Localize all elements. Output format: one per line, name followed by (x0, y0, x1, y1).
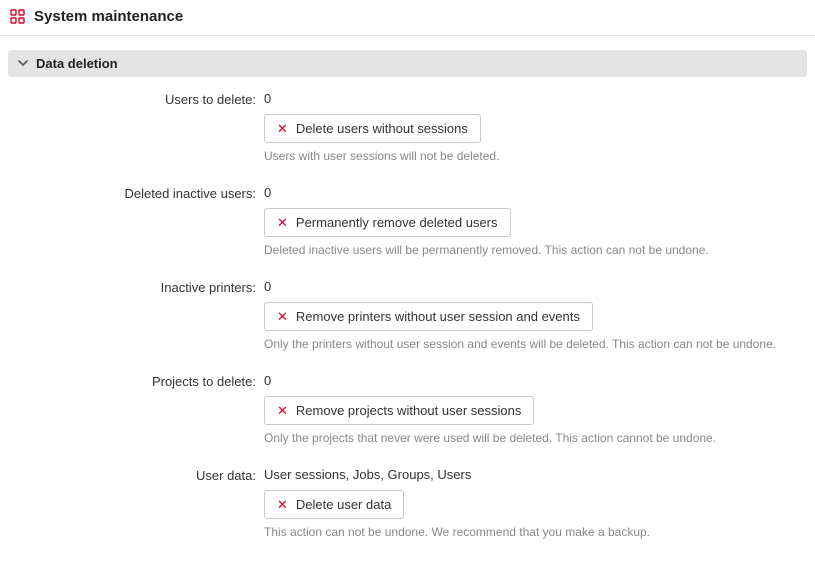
permanently-remove-deleted-users-button[interactable]: ✕ Permanently remove deleted users (264, 208, 511, 237)
hint-text: Only the projects that never were used w… (264, 431, 807, 445)
chevron-down-icon (16, 56, 30, 71)
value: 0 (264, 91, 807, 106)
row-label: Users to delete: (8, 91, 264, 107)
delete-users-without-sessions-button[interactable]: ✕ Delete users without sessions (264, 114, 481, 143)
value: 0 (264, 373, 807, 388)
remove-projects-button[interactable]: ✕ Remove projects without user sessions (264, 396, 534, 425)
x-icon: ✕ (277, 310, 288, 323)
value: 0 (264, 185, 807, 200)
button-label: Delete user data (296, 497, 391, 512)
hint-text: Users with user sessions will not be del… (264, 149, 807, 163)
remove-printers-button[interactable]: ✕ Remove printers without user session a… (264, 302, 593, 331)
row-label: Inactive printers: (8, 279, 264, 295)
x-icon: ✕ (277, 122, 288, 135)
hint-text: This action can not be undone. We recomm… (264, 525, 807, 539)
row-label: User data: (8, 467, 264, 483)
row-label: Projects to delete: (8, 373, 264, 389)
button-label: Delete users without sessions (296, 121, 468, 136)
page-title: System maintenance (34, 8, 183, 25)
button-label: Remove projects without user sessions (296, 403, 521, 418)
hint-text: Only the printers without user session a… (264, 337, 807, 351)
section-header-data-deletion[interactable]: Data deletion (8, 50, 807, 77)
row-inactive-printers: Inactive printers: 0 ✕ Remove printers w… (8, 279, 807, 351)
button-label: Permanently remove deleted users (296, 215, 498, 230)
page-header: System maintenance (0, 0, 815, 36)
row-body: 0 ✕ Remove printers without user session… (264, 279, 807, 351)
section-body: Users to delete: 0 ✕ Delete users withou… (8, 77, 807, 539)
x-icon: ✕ (277, 404, 288, 417)
row-body: User sessions, Jobs, Groups, Users ✕ Del… (264, 467, 807, 539)
section-title: Data deletion (36, 56, 118, 71)
row-projects-to-delete: Projects to delete: 0 ✕ Remove projects … (8, 373, 807, 445)
content-area: Data deletion Users to delete: 0 ✕ Delet… (0, 36, 815, 581)
row-body: 0 ✕ Remove projects without user session… (264, 373, 807, 445)
row-deleted-inactive-users: Deleted inactive users: 0 ✕ Permanently … (8, 185, 807, 257)
x-icon: ✕ (277, 216, 288, 229)
row-body: 0 ✕ Delete users without sessions Users … (264, 91, 807, 163)
row-user-data: User data: User sessions, Jobs, Groups, … (8, 467, 807, 539)
button-label: Remove printers without user session and… (296, 309, 580, 324)
apps-grid-icon (10, 9, 26, 25)
row-label: Deleted inactive users: (8, 185, 264, 201)
row-users-to-delete: Users to delete: 0 ✕ Delete users withou… (8, 91, 807, 163)
delete-user-data-button[interactable]: ✕ Delete user data (264, 490, 404, 519)
value: User sessions, Jobs, Groups, Users (264, 467, 807, 482)
row-body: 0 ✕ Permanently remove deleted users Del… (264, 185, 807, 257)
value: 0 (264, 279, 807, 294)
hint-text: Deleted inactive users will be permanent… (264, 243, 807, 257)
x-icon: ✕ (277, 498, 288, 511)
